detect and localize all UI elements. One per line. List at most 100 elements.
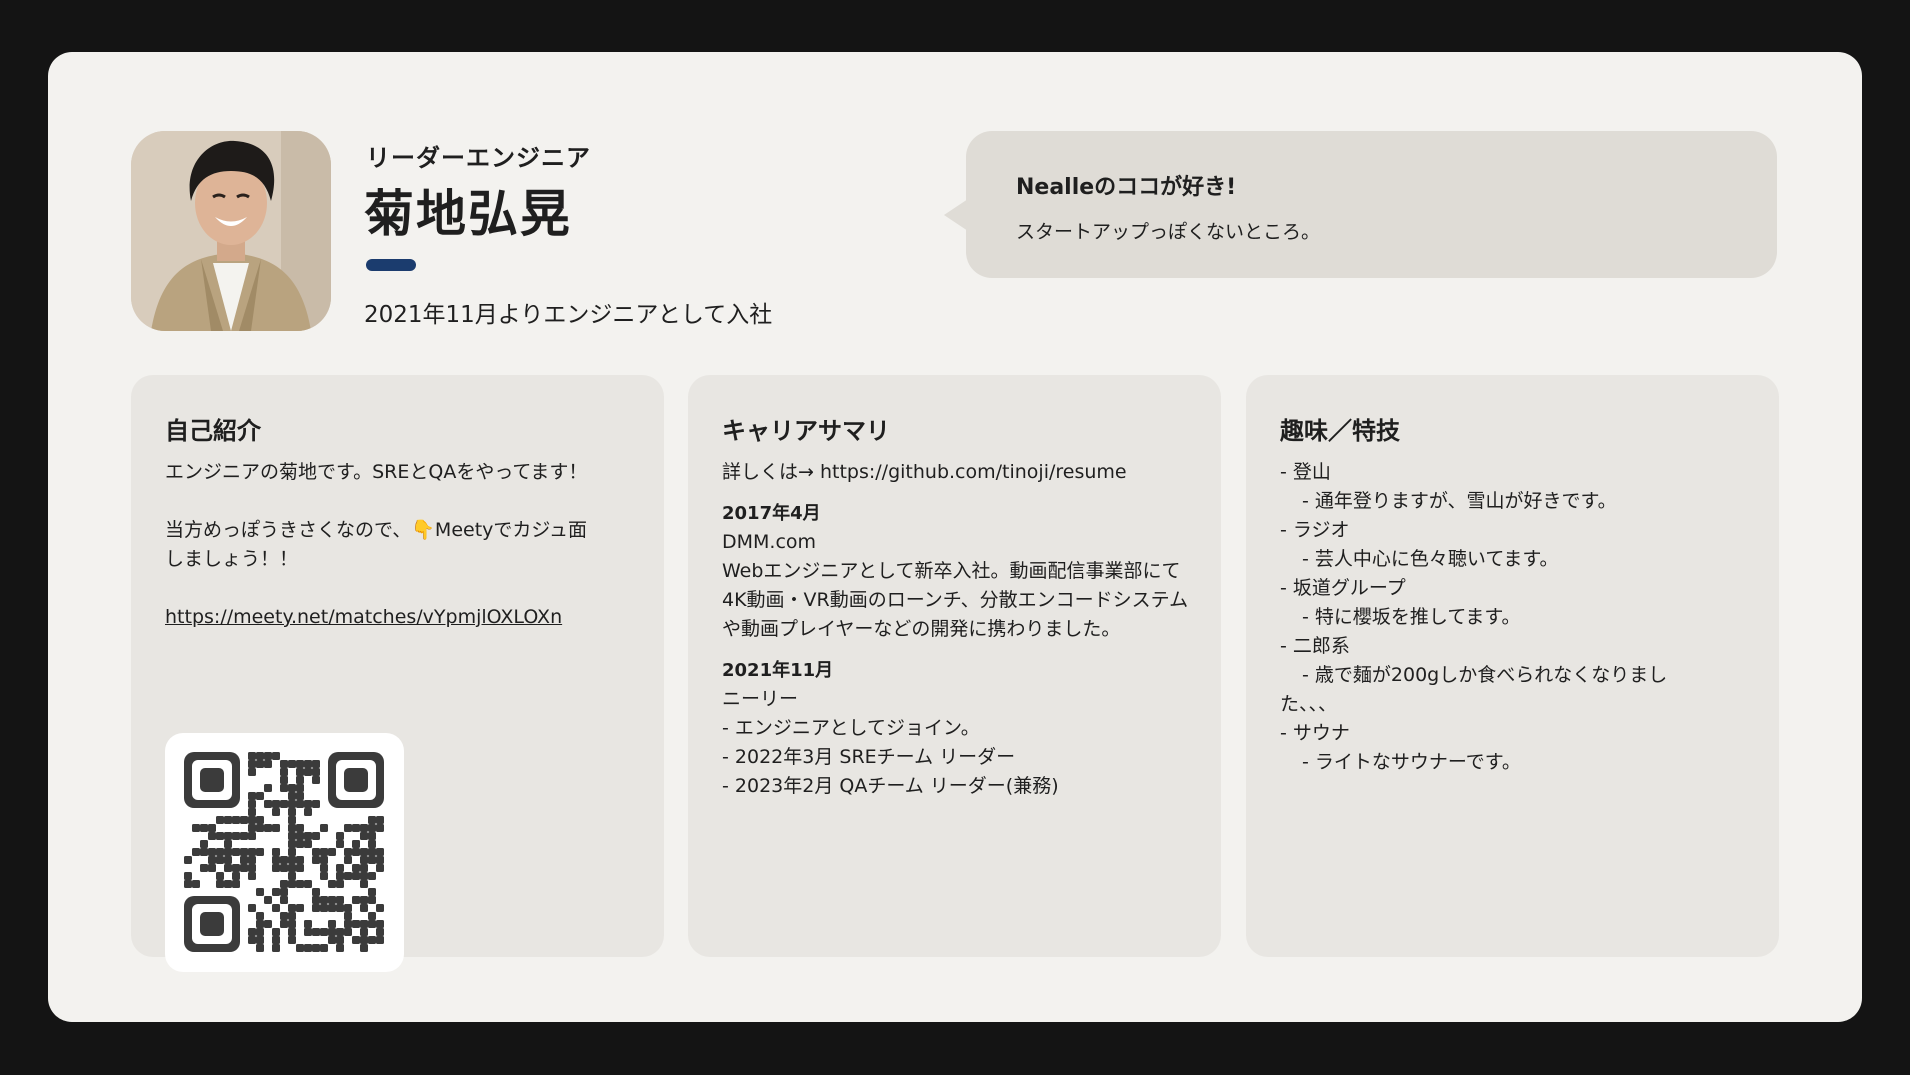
qr-module [232, 848, 240, 856]
qr-module [264, 824, 272, 832]
qr-module [296, 784, 304, 792]
qr-module [368, 824, 376, 832]
qr-module [360, 896, 368, 904]
qr-module [224, 816, 232, 824]
qr-module [328, 848, 336, 856]
qr-module [208, 832, 216, 840]
qr-module [192, 824, 200, 832]
qr-module [248, 936, 256, 944]
qr-module [288, 936, 296, 944]
qr-module [256, 920, 264, 928]
qr-module [352, 840, 360, 848]
qr-module [200, 840, 208, 848]
qr-module [296, 768, 304, 776]
qr-module [288, 792, 296, 800]
qr-module [288, 760, 296, 768]
qr-module [256, 792, 264, 800]
qr-module [328, 904, 336, 912]
qr-module [304, 760, 312, 768]
career-company: DMM.com [722, 531, 817, 553]
qr-module [288, 784, 296, 792]
qr-module [328, 936, 336, 944]
qr-module [368, 896, 376, 904]
qr-module [368, 872, 376, 880]
qr-module [368, 832, 376, 840]
qr-module [272, 856, 280, 864]
qr-module [288, 832, 296, 840]
qr-module [264, 800, 272, 808]
qr-module [336, 936, 344, 944]
qr-module [256, 912, 264, 920]
qr-module [304, 832, 312, 840]
qr-module [208, 848, 216, 856]
qr-module [376, 816, 384, 824]
qr-module [200, 824, 208, 832]
qr-module [248, 760, 256, 768]
qr-module [376, 904, 384, 912]
qr-module [312, 832, 320, 840]
bubble-text: スタートアップっぽくないところ。 [1016, 221, 1321, 243]
qr-module [288, 800, 296, 808]
qr-module [240, 816, 248, 824]
qr-module [320, 928, 328, 936]
hobby-detail: - 芸人中心に色々聴いてます。 [1302, 548, 1559, 570]
resume-link[interactable]: https://github.com/tinoji/resume [820, 461, 1127, 483]
qr-module [312, 896, 320, 904]
qr-module [264, 752, 272, 760]
qr-module [296, 944, 304, 952]
qr-module [224, 848, 232, 856]
qr-module [280, 912, 288, 920]
hobby-item: - 坂道グループ [1280, 577, 1406, 599]
qr-module [272, 848, 280, 856]
qr-module [304, 920, 312, 928]
hobbies-body: - 登山 - 通年登りますが、雪山が好きです。 - ラジオ - 芸人中心に色々聴… [1280, 458, 1751, 777]
qr-module [248, 904, 256, 912]
qr-module [248, 800, 256, 808]
qr-module [296, 800, 304, 808]
person-name: 菊地弘晃 [364, 185, 572, 243]
qr-module [312, 944, 320, 952]
qr-module [344, 912, 352, 920]
qr-module [352, 824, 360, 832]
career-title: キャリアサマリ [722, 417, 890, 445]
qr-module [248, 928, 256, 936]
qr-module [312, 904, 320, 912]
qr-module [288, 912, 296, 920]
qr-module [320, 824, 328, 832]
qr-module [280, 880, 288, 888]
career-body: 詳しくは→ https://github.com/tinoji/resume 2… [722, 458, 1193, 801]
hobbies-title: 趣味／特技 [1280, 417, 1400, 445]
intro-line: エンジニアの菊地です。SREとQAをやってます！ [165, 461, 588, 483]
bubble-title: Nealleのココが好き! [1016, 175, 1237, 200]
hobby-detail: た、、、 [1280, 693, 1338, 715]
qr-module [224, 864, 232, 872]
qr-module [336, 840, 344, 848]
qr-module [248, 752, 256, 760]
qr-module [248, 856, 256, 864]
qr-module [240, 848, 248, 856]
intro-line: しましょう！！ [165, 548, 299, 570]
qr-module [192, 848, 200, 856]
qr-module [192, 880, 200, 888]
qr-module [280, 864, 288, 872]
qr-module [216, 880, 224, 888]
qr-module [272, 752, 280, 760]
career-detail: - エンジニアとしてジョイン。 [722, 717, 980, 739]
qr-module [344, 904, 352, 912]
qr-module [344, 768, 368, 792]
qr-module [328, 928, 336, 936]
qr-module [336, 896, 344, 904]
qr-module [256, 760, 264, 768]
qr-module [280, 800, 288, 808]
qr-module [312, 888, 320, 896]
qr-module [368, 848, 376, 856]
qr-module [344, 872, 352, 880]
intro-panel: 自己紹介 エンジニアの菊地です。SREとQAをやってます！ 当方めっぽうきさくな… [131, 375, 664, 972]
qr-module [248, 792, 256, 800]
qr-module [224, 880, 232, 888]
qr-module [320, 896, 328, 904]
qr-module [224, 840, 232, 848]
qr-module [368, 912, 376, 920]
qr-module [304, 840, 312, 848]
meety-link[interactable]: https://meety.net/matches/vYpmjlOXLOXn [165, 603, 562, 632]
